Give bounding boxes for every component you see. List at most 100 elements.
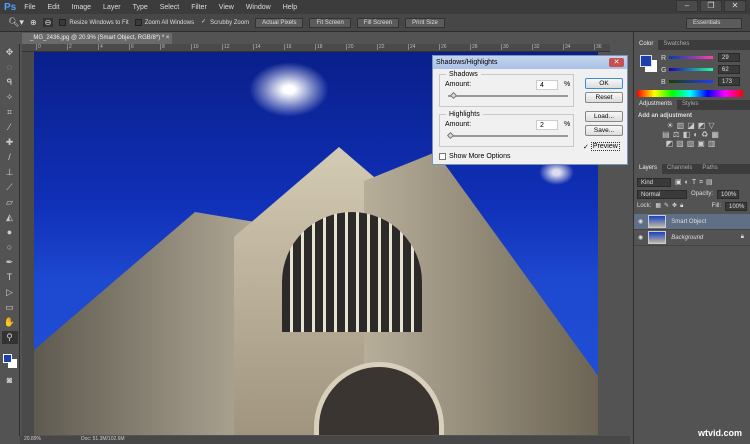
type-tool-icon[interactable]: T — [2, 271, 18, 284]
b-value[interactable]: 173 — [718, 77, 740, 86]
menu-filter[interactable]: Filter — [191, 4, 207, 11]
dialog-close-icon[interactable]: ✕ — [609, 58, 624, 67]
ruler-tick: 34 — [563, 44, 571, 50]
menu-layer[interactable]: Layer — [103, 4, 121, 11]
save-button[interactable]: Save... — [585, 125, 623, 136]
r-value[interactable]: 29 — [718, 53, 740, 62]
horizontal-ruler: 0 2 4 6 8 10 12 14 16 18 20 22 24 26 28 30 32 34 36 — [22, 44, 610, 52]
adjustment-icons-row-2[interactable]: ▤⚖◧◐♻▦ — [638, 130, 746, 139]
fill-screen-button[interactable]: Fill Screen — [356, 17, 400, 28]
g-value[interactable]: 62 — [718, 65, 740, 74]
shadows-slider[interactable] — [448, 95, 568, 97]
tools-panel: ✥ ◌ ᑫ ✧ ⌗ ⁄ ✚ / ⊥ ⟋ ▱ ◭ ● ○ ✒ T ▷ ▭ ✋ ⚲ … — [0, 44, 20, 436]
quick-select-tool-icon[interactable]: ✧ — [2, 91, 18, 104]
ok-button[interactable]: OK — [585, 78, 623, 89]
layer-row[interactable]: ◉ Background 🔒︎ — [634, 230, 750, 246]
foreground-color-swatch[interactable] — [640, 55, 652, 67]
visibility-eye-icon[interactable]: ◉ — [638, 218, 643, 225]
pen-tool-icon[interactable]: ✒ — [2, 256, 18, 269]
opacity-label: Opacity: — [691, 191, 714, 197]
blend-mode-select[interactable]: Normal — [637, 189, 687, 199]
zoom-in-icon[interactable]: ⊕ — [30, 18, 37, 27]
eraser-tool-icon[interactable]: ▱ — [2, 196, 18, 209]
preview-checkbox[interactable]: ✓ Preview — [583, 142, 620, 151]
blur-tool-icon[interactable]: ● — [2, 226, 18, 239]
crop-tool-icon[interactable]: ⌗ — [2, 106, 18, 119]
b-slider[interactable] — [669, 80, 713, 83]
layer-filter-icons[interactable]: ▣◐T⌗▤ — [675, 178, 716, 187]
close-tab-icon[interactable]: × — [166, 35, 170, 41]
shadows-group: Shadows Amount: 4 % — [439, 71, 574, 107]
menu-edit[interactable]: Edit — [48, 4, 60, 11]
history-brush-icon[interactable]: ⟋ — [2, 181, 18, 194]
menu-window[interactable]: Window — [246, 4, 271, 11]
zoom-all-checkbox[interactable]: Zoom All Windows — [134, 19, 194, 26]
menu-image[interactable]: Image — [72, 4, 91, 11]
g-slider[interactable] — [669, 68, 713, 71]
healing-brush-icon[interactable]: ✚ — [2, 136, 18, 149]
layer-filter-kind[interactable]: Kind — [637, 177, 671, 187]
marquee-tool-icon[interactable]: ◌ — [2, 61, 18, 74]
shadows-amount-input[interactable]: 4 — [536, 80, 558, 90]
ruler-tick: 24 — [408, 44, 416, 50]
tab-channels[interactable]: Channels — [662, 164, 697, 174]
clone-stamp-icon[interactable]: ⊥ — [2, 166, 18, 179]
foreground-color[interactable] — [3, 354, 12, 363]
menu-view[interactable]: View — [219, 4, 234, 11]
lock-icons[interactable]: ▦✎✥🔒︎ — [655, 202, 686, 210]
load-button[interactable]: Load... — [585, 111, 623, 122]
shadows-slider-handle[interactable] — [449, 91, 457, 100]
cloud — [249, 62, 329, 117]
adjustment-icons-row-1[interactable]: ☀▥◪◩▽ — [638, 121, 746, 130]
restore-icon[interactable]: ❐ — [700, 0, 722, 12]
move-tool-icon[interactable]: ✥ — [2, 46, 18, 59]
print-size-button[interactable]: Print Size — [405, 17, 445, 28]
fit-screen-button[interactable]: Fit Screen — [309, 17, 351, 28]
tab-adjustments[interactable]: Adjustments — [634, 100, 678, 110]
menu-type[interactable]: Type — [133, 4, 148, 11]
color-swatches[interactable] — [0, 346, 19, 372]
highlights-amount-input[interactable]: 2 — [536, 120, 558, 130]
lasso-tool-icon[interactable]: ᑫ — [2, 76, 18, 89]
watermark: wtvid.com — [697, 428, 742, 438]
paint-bucket-icon[interactable]: ◭ — [2, 211, 18, 224]
show-more-options-checkbox[interactable]: Show More Options — [439, 153, 510, 160]
menu-help[interactable]: Help — [283, 4, 297, 11]
close-icon[interactable]: ✕ — [724, 0, 746, 12]
r-slider[interactable] — [669, 56, 713, 59]
zoom-out-icon[interactable]: ⊖ — [42, 18, 54, 27]
document-tab[interactable]: _MG_2436.jpg @ 20.9% (Smart Object, RGB/… — [22, 33, 172, 44]
dodge-tool-icon[interactable]: ○ — [2, 241, 18, 254]
actual-pixels-button[interactable]: Actual Pixels — [255, 17, 304, 28]
menu-file[interactable]: File — [24, 4, 35, 11]
workspace-select[interactable]: Essentials — [686, 18, 742, 29]
layer-row[interactable]: ◉ Smart Object — [634, 214, 750, 230]
highlights-slider-handle[interactable] — [447, 131, 455, 140]
menu-select[interactable]: Select — [160, 4, 179, 11]
reset-button[interactable]: Reset — [585, 92, 623, 103]
fill-input[interactable]: 100% — [725, 201, 747, 211]
brush-tool-icon[interactable]: / — [2, 151, 18, 164]
zoom-level[interactable]: 20.89% — [24, 436, 41, 444]
path-select-icon[interactable]: ▷ — [2, 286, 18, 299]
zoom-tool-icon[interactable]: 🔍︎▾ — [8, 17, 24, 28]
tab-layers[interactable]: Layers — [634, 164, 663, 174]
highlights-slider[interactable] — [448, 135, 568, 137]
zoom-tool-icon[interactable]: ⚲ — [1, 331, 18, 344]
adjustment-icons-row-3[interactable]: ◩▨▧▣▥ — [638, 139, 746, 148]
tab-swatches[interactable]: Swatches — [658, 40, 694, 50]
visibility-eye-icon[interactable]: ◉ — [638, 234, 643, 241]
scrubby-zoom-checkbox[interactable]: ✓ Scrubby Zoom — [200, 19, 249, 26]
minimize-icon[interactable]: – — [676, 0, 698, 12]
quick-mask-icon[interactable]: ◙ — [2, 374, 18, 387]
resize-windows-checkbox[interactable]: Resize Windows to Fit — [59, 19, 129, 26]
eyedropper-tool-icon[interactable]: ⁄ — [2, 121, 18, 134]
rectangle-tool-icon[interactable]: ▭ — [2, 301, 18, 314]
tab-styles[interactable]: Styles — [677, 100, 703, 110]
opacity-input[interactable]: 100% — [717, 189, 740, 199]
vertical-ruler — [22, 52, 34, 436]
hand-tool-icon[interactable]: ✋ — [2, 316, 18, 329]
tab-color[interactable]: Color — [634, 40, 659, 50]
tab-paths[interactable]: Paths — [697, 164, 722, 174]
color-spectrum[interactable] — [637, 90, 743, 97]
